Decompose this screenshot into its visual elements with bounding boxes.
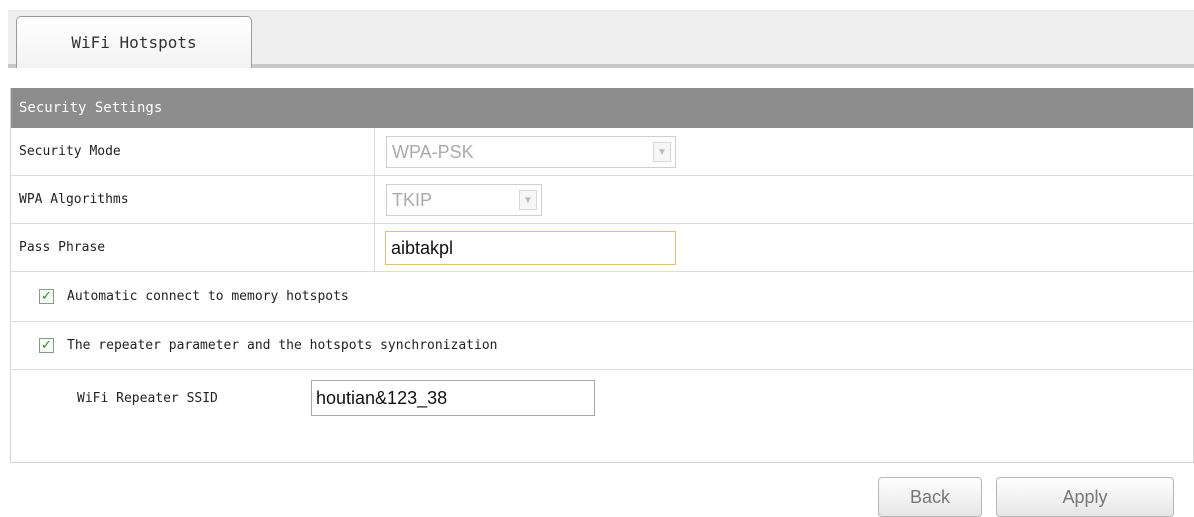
auto-connect-checkbox[interactable]: ✓	[39, 289, 54, 304]
apply-button[interactable]: Apply	[996, 477, 1174, 517]
wpa-algorithms-label: WPA Algorithms	[11, 176, 375, 223]
wpa-algorithms-select[interactable]: TKIP ▼	[386, 184, 542, 216]
chevron-down-icon: ▼	[653, 142, 671, 162]
auto-connect-row: ✓ Automatic connect to memory hotspots	[11, 272, 1193, 322]
security-mode-value: WPA-PSK	[392, 141, 474, 162]
security-mode-select[interactable]: WPA-PSK ▼	[386, 136, 676, 168]
repeater-ssid-input[interactable]	[311, 380, 595, 416]
repeater-sync-row: ✓ The repeater parameter and the hotspot…	[11, 322, 1193, 370]
repeater-ssid-row: WiFi Repeater SSID	[11, 370, 1193, 426]
checkmark-icon: ✓	[41, 289, 52, 304]
checkmark-icon: ✓	[41, 338, 52, 353]
repeater-sync-checkbox[interactable]: ✓	[39, 338, 54, 353]
back-button[interactable]: Back	[878, 477, 982, 517]
security-settings-panel: Security Settings Security Mode WPA-PSK …	[10, 88, 1194, 463]
wpa-algorithms-row: WPA Algorithms TKIP ▼	[11, 176, 1193, 224]
security-mode-label: Security Mode	[11, 128, 375, 175]
chevron-down-icon: ▼	[519, 190, 537, 210]
section-title: Security Settings	[11, 88, 1193, 128]
tab-bar: WiFi Hotspots	[8, 10, 1194, 68]
security-mode-row: Security Mode WPA-PSK ▼	[11, 128, 1193, 176]
pass-phrase-label: Pass Phrase	[11, 224, 375, 271]
tab-wifi-hotspots[interactable]: WiFi Hotspots	[16, 16, 252, 68]
auto-connect-label: Automatic connect to memory hotspots	[67, 289, 349, 304]
repeater-sync-label: The repeater parameter and the hotspots …	[67, 338, 498, 353]
wpa-algorithms-value: TKIP	[392, 189, 433, 210]
pass-phrase-input[interactable]	[385, 231, 676, 265]
pass-phrase-row: Pass Phrase	[11, 224, 1193, 272]
repeater-ssid-label: WiFi Repeater SSID	[77, 390, 218, 406]
